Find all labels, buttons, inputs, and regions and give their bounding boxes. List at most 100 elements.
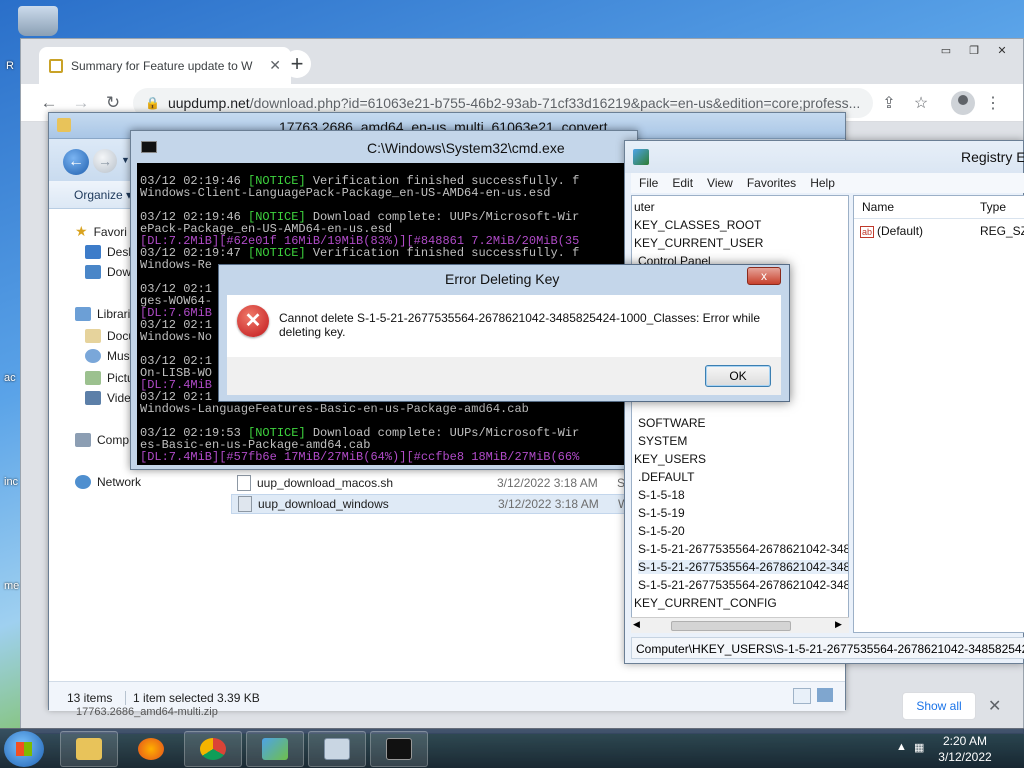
console-icon	[386, 738, 412, 760]
menu-dots-icon[interactable]: ⋮	[983, 93, 1003, 113]
registry-tree-node[interactable]: S-1-5-21-2677535564-2678621042-34858	[638, 542, 848, 556]
back-arrow-icon[interactable]: ←	[39, 93, 59, 113]
new-tab-button[interactable]: +	[283, 50, 311, 78]
desktop-icon	[85, 245, 101, 259]
start-button[interactable]	[4, 731, 44, 767]
taskbar: ▲ ▦ 2:20 AM 3/12/2022	[0, 728, 1024, 768]
bookmark-star-icon[interactable]: ☆	[911, 93, 931, 113]
nav-downloads[interactable]: Dow	[85, 265, 131, 279]
reload-icon[interactable]: ↻	[103, 93, 123, 113]
scroll-right-icon[interactable]: ▶	[835, 619, 842, 630]
nav-desktop[interactable]: Desk	[85, 245, 134, 259]
status-divider	[125, 691, 126, 705]
download-item-name[interactable]: 17763.2686_amd64-multi.zip	[76, 706, 218, 718]
registry-tree-node[interactable]: KEY_CURRENT_CONFIG	[634, 596, 777, 610]
nav-documents[interactable]: Docu	[85, 329, 135, 343]
task-manager-icon	[324, 738, 350, 760]
forward-arrow-icon[interactable]: →	[93, 149, 117, 173]
browser-tab[interactable]: Summary for Feature update to W ✕	[39, 47, 291, 84]
scroll-left-icon[interactable]: ◀	[633, 619, 640, 630]
nav-network[interactable]: Network	[75, 475, 141, 489]
registry-tree-node[interactable]: SYSTEM	[638, 434, 687, 448]
dialog-body: ✕ Cannot delete S-1-5-21-2677535564-2678…	[227, 295, 781, 357]
tab-close-icon[interactable]: ✕	[269, 57, 281, 74]
file-row-selected[interactable]: uup_download_windows 3/12/2022 3:18 AM W	[231, 494, 639, 514]
share-icon[interactable]: ⇪	[879, 93, 899, 113]
dialog-title-bar[interactable]: Error Deleting Key x	[219, 265, 789, 293]
libraries-icon	[75, 307, 91, 321]
registry-tree-node[interactable]: S-1-5-18	[638, 488, 685, 502]
download-bar-close-icon[interactable]: ✕	[988, 696, 1001, 716]
preview-view-icon[interactable]	[817, 688, 833, 702]
column-header-name[interactable]: Name	[862, 200, 894, 214]
regedit-title-bar[interactable]: Registry E	[625, 141, 1024, 173]
registry-tree-node[interactable]: KEY_CLASSES_ROOT	[634, 218, 761, 232]
registry-tree-node[interactable]: S-1-5-21-2677535564-2678621042-34858	[638, 578, 848, 592]
show-all-button[interactable]: Show all	[902, 692, 976, 720]
desktop-label-1[interactable]: R	[6, 60, 14, 72]
nav-music[interactable]: Mus	[85, 349, 130, 363]
value-row-default[interactable]: ab (Default)	[860, 224, 923, 238]
details-view-icon[interactable]	[793, 688, 811, 704]
tab-title: Summary for Feature update to W	[71, 58, 253, 73]
registry-tree-node[interactable]: KEY_CURRENT_USER	[634, 236, 763, 250]
menu-file[interactable]: File	[639, 176, 658, 190]
taskbar-chrome[interactable]	[184, 731, 242, 767]
minimize-icon[interactable]: ▭	[933, 41, 959, 59]
registry-tree-node[interactable]: SOFTWARE	[638, 416, 706, 430]
dialog-footer: OK	[227, 357, 781, 395]
downloads-icon	[85, 265, 101, 279]
console-line: Windows-LanguageFeatures-Basic-en-us-Pac…	[140, 402, 529, 416]
registry-tree-node[interactable]: .DEFAULT	[638, 470, 694, 484]
scrollbar-thumb[interactable]	[671, 621, 791, 631]
registry-tree-node[interactable]: S-1-5-20	[638, 524, 685, 538]
desktop-label-4[interactable]: me	[4, 580, 19, 592]
desktop-label-3[interactable]: inc	[4, 476, 18, 488]
regedit-icon	[262, 738, 288, 760]
back-arrow-icon[interactable]: ←	[63, 149, 89, 175]
file-date: 3/12/2022 3:18 AM	[497, 476, 598, 490]
nav-favorites[interactable]: ★ Favori	[75, 223, 127, 240]
error-icon: ✕	[237, 305, 269, 337]
nav-pictures[interactable]: Pictu	[85, 371, 134, 385]
registry-tree-node[interactable]: S-1-5-21-2677535564-2678621042-34858	[638, 560, 848, 574]
console-line: [DL:7.4MiB][#57fb6e 17MiB/27MiB(64%)][#c…	[140, 450, 580, 464]
registry-tree-node[interactable]: uter	[634, 200, 655, 214]
maximize-icon[interactable]: ❐	[961, 41, 987, 59]
taskbar-explorer[interactable]	[60, 731, 118, 767]
cmd-title-bar[interactable]: C:\Windows\System32\cmd.exe	[131, 131, 637, 163]
registry-tree-node[interactable]: KEY_USERS	[634, 452, 706, 466]
ok-button[interactable]: OK	[705, 365, 771, 387]
recycle-bin-icon[interactable]	[18, 6, 58, 36]
menu-favorites[interactable]: Favorites	[747, 176, 796, 190]
dialog-close-button[interactable]: x	[747, 267, 781, 285]
forward-arrow-icon[interactable]: →	[71, 93, 91, 113]
menu-view[interactable]: View	[707, 176, 733, 190]
tree-horizontal-scrollbar[interactable]: ◀ ▶	[631, 617, 849, 633]
chrome-tab-bar: Summary for Feature update to W ✕ + ▭ ❐ …	[21, 39, 1023, 84]
taskbar-task-manager[interactable]	[308, 731, 366, 767]
nav-libraries[interactable]: Librari	[75, 307, 130, 321]
nav-videos[interactable]: Vide	[85, 391, 131, 405]
column-header-type[interactable]: Type	[980, 200, 1006, 214]
taskbar-cmd[interactable]	[370, 731, 428, 767]
registry-tree-node[interactable]: S-1-5-19	[638, 506, 685, 520]
nav-computer[interactable]: Comp	[75, 433, 129, 447]
regedit-status-bar: Computer\HKEY_USERS\S-1-5-21-2677535564-…	[631, 637, 1024, 659]
taskbar-firefox[interactable]	[122, 731, 180, 767]
show-hidden-icons-icon[interactable]: ▲	[896, 741, 907, 753]
profile-avatar-icon[interactable]	[951, 91, 975, 115]
clock-date: 3/12/2022	[938, 750, 992, 764]
menu-edit[interactable]: Edit	[672, 176, 693, 190]
network-tray-icon[interactable]: ▦	[914, 741, 924, 754]
desktop-label-2[interactable]: ac	[4, 372, 16, 384]
recent-pages-icon[interactable]: ▼	[121, 155, 130, 165]
file-name: uup_download_macos.sh	[257, 476, 394, 490]
menu-help[interactable]: Help	[810, 176, 835, 190]
file-row[interactable]: uup_download_macos.sh 3/12/2022 3:18 AM …	[231, 473, 637, 493]
close-icon[interactable]: ✕	[989, 41, 1015, 59]
organize-button[interactable]: Organize ▾	[74, 188, 132, 202]
taskbar-clock[interactable]: 2:20 AM 3/12/2022	[930, 733, 1000, 765]
folder-icon	[76, 738, 102, 760]
taskbar-regedit[interactable]	[246, 731, 304, 767]
